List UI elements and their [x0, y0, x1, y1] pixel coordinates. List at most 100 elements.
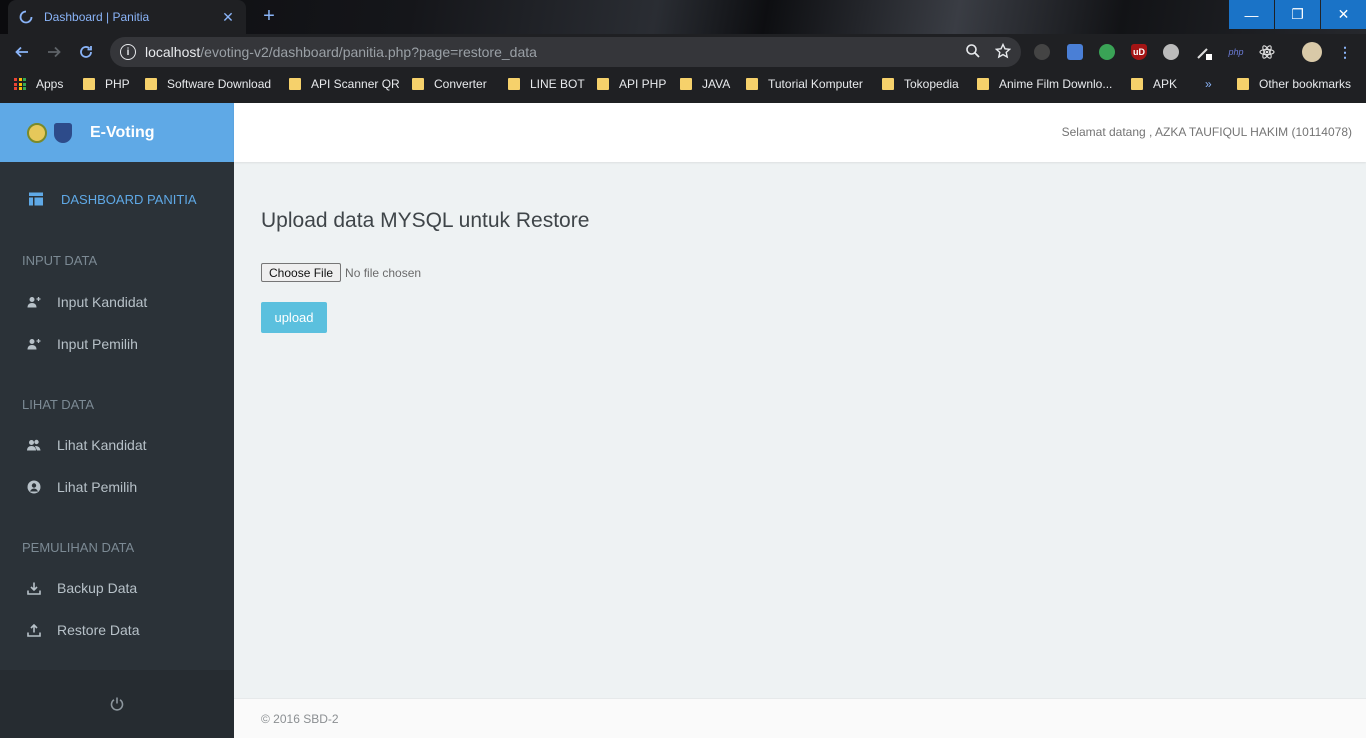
bookmark-folder[interactable]: Software Download [145, 70, 271, 98]
sidebar-item-label: Input Pemilih [57, 336, 138, 352]
brand-header[interactable]: E-Voting [0, 103, 234, 162]
folder-icon [680, 78, 692, 90]
reload-button[interactable] [74, 40, 98, 64]
bookmark-folder[interactable]: API PHP [597, 70, 666, 98]
url-text[interactable]: localhost/evoting-v2/dashboard/panitia.p… [145, 44, 537, 60]
dashboard-icon [29, 192, 43, 206]
menu-dots-icon[interactable]: ⋮ [1337, 44, 1353, 60]
section-input-data: INPUT DATA [22, 253, 98, 268]
bookmark-folder[interactable]: Tokopedia [882, 70, 959, 98]
sidebar-item-restore-data[interactable]: Restore Data [26, 622, 139, 638]
sidebar: E-Voting DASHBOARD PANITIA INPUT DATA In… [0, 103, 234, 738]
top-header: Selamat datang , AZKA TAUFIQUL HAKIM (10… [234, 103, 1366, 162]
maximize-button[interactable]: ❐ [1275, 0, 1320, 29]
folder-icon [289, 78, 301, 90]
profile-avatar-icon[interactable] [1302, 42, 1322, 62]
google-translate-icon[interactable] [1067, 44, 1083, 60]
arrow-right-icon [48, 46, 61, 58]
folder-icon [508, 78, 520, 90]
earth-ext-icon[interactable] [1099, 44, 1115, 60]
sidebar-item-input-pemilih[interactable]: Input Pemilih [26, 336, 138, 352]
browser-window: Dashboard | Panitia ✕ + — ❐ ✕ i localhos… [0, 0, 1366, 738]
sidebar-item-lihat-kandidat[interactable]: Lihat Kandidat [26, 437, 147, 453]
bookmark-folder[interactable]: Converter [412, 70, 487, 98]
bookmark-folder[interactable]: Tutorial Komputer [746, 70, 863, 98]
brand-name: E-Voting [90, 123, 155, 141]
bookmark-folder[interactable]: APK [1131, 70, 1177, 98]
bookmarks-overflow-button[interactable]: » [1205, 70, 1212, 98]
sidebar-item-label: Lihat Pemilih [57, 479, 138, 495]
users-icon [26, 439, 42, 451]
react-devtools-icon[interactable] [1259, 44, 1275, 60]
sidebar-item-label: Restore Data [57, 622, 140, 638]
folder-icon [977, 78, 989, 90]
choose-file-button[interactable]: Choose File [261, 263, 342, 282]
loading-favicon-icon [18, 9, 34, 25]
sidebar-item-dashboard[interactable]: DASHBOARD PANITIA [28, 191, 197, 207]
bookmark-folder[interactable]: PHP [83, 70, 130, 98]
section-pemulihan-data: PEMULIHAN DATA [22, 540, 135, 555]
sidebar-footer [0, 670, 234, 738]
info-icon[interactable]: i [120, 44, 136, 60]
minimize-button[interactable]: — [1229, 0, 1274, 29]
university-logo [27, 122, 47, 143]
page-footer: © 2016 SBD-2 [234, 698, 1366, 738]
apps-grid-icon [14, 78, 26, 90]
folder-icon [83, 78, 95, 90]
copyright-text: © 2016 SBD-2 [261, 712, 339, 726]
bookmark-folder[interactable]: API Scanner QR [289, 70, 400, 98]
close-window-button[interactable]: ✕ [1321, 0, 1366, 29]
user-plus-icon [26, 338, 42, 350]
user-circle-icon [26, 480, 42, 494]
forward-button[interactable] [42, 40, 66, 64]
tab-close-icon[interactable]: ✕ [220, 9, 236, 26]
tab-title: Dashboard | Panitia [44, 10, 150, 24]
welcome-text: Selamat datang , AZKA TAUFIQUL HAKIM (10… [1061, 125, 1352, 139]
bookmarks-bar: Apps PHP Software Download API Scanner Q… [0, 70, 1366, 103]
new-tab-button[interactable]: + [258, 6, 280, 27]
folder-icon [1237, 78, 1249, 90]
browser-toolbar: i localhost/evoting-v2/dashboard/panitia… [0, 34, 1366, 70]
web-page: E-Voting DASHBOARD PANITIA INPUT DATA In… [0, 103, 1366, 738]
user-plus-icon [26, 296, 42, 308]
back-button[interactable] [10, 40, 34, 64]
bookmark-folder[interactable]: LINE BOT [508, 70, 585, 98]
ublock-icon[interactable]: uD [1131, 44, 1147, 60]
address-bar[interactable]: i localhost/evoting-v2/dashboard/panitia… [110, 37, 1021, 67]
sidebar-item-label: Backup Data [57, 580, 138, 596]
sidebar-item-label: Lihat Kandidat [57, 437, 147, 453]
sidebar-item-input-kandidat[interactable]: Input Kandidat [26, 294, 147, 310]
world-ext-icon[interactable] [1163, 44, 1179, 60]
file-status: No file chosen [345, 265, 422, 280]
sidebar-item-label: DASHBOARD PANITIA [61, 191, 197, 207]
bookmark-star-icon[interactable] [995, 43, 1011, 59]
sidebar-item-backup-data[interactable]: Backup Data [26, 580, 137, 596]
globe-ext-icon[interactable] [1034, 44, 1050, 60]
folder-icon [412, 78, 424, 90]
upload-button[interactable]: upload [261, 302, 327, 333]
php-ext-icon[interactable]: php [1226, 44, 1246, 60]
page-title: Upload data MYSQL untuk Restore [261, 209, 590, 232]
faculty-logo [54, 122, 72, 143]
folder-icon [1131, 78, 1143, 90]
folder-icon [746, 78, 758, 90]
bookmark-other[interactable]: Other bookmarks [1237, 70, 1351, 98]
bookmark-folder[interactable]: JAVA [680, 70, 730, 98]
zoom-icon[interactable] [965, 43, 981, 59]
pen-ext-icon[interactable] [1196, 44, 1212, 60]
bookmark-apps[interactable]: Apps [14, 70, 63, 98]
reload-icon [80, 46, 92, 58]
sidebar-item-lihat-pemilih[interactable]: Lihat Pemilih [26, 479, 137, 495]
folder-icon [145, 78, 157, 90]
main-content: Upload data MYSQL untuk Restore Choose F… [261, 209, 590, 333]
download-icon [26, 582, 42, 595]
tab-strip: Dashboard | Panitia ✕ + — ❐ ✕ [0, 0, 1366, 34]
arrow-left-icon [15, 46, 28, 58]
tab-dashboard[interactable]: Dashboard | Panitia ✕ [8, 0, 246, 34]
folder-icon [597, 78, 609, 90]
power-icon[interactable] [109, 696, 125, 712]
bookmark-folder[interactable]: Anime Film Downlo... [977, 70, 1112, 98]
upload-icon [26, 623, 42, 637]
file-input[interactable]: Choose File No file chosen [261, 263, 421, 282]
sidebar-item-label: Input Kandidat [57, 294, 148, 310]
